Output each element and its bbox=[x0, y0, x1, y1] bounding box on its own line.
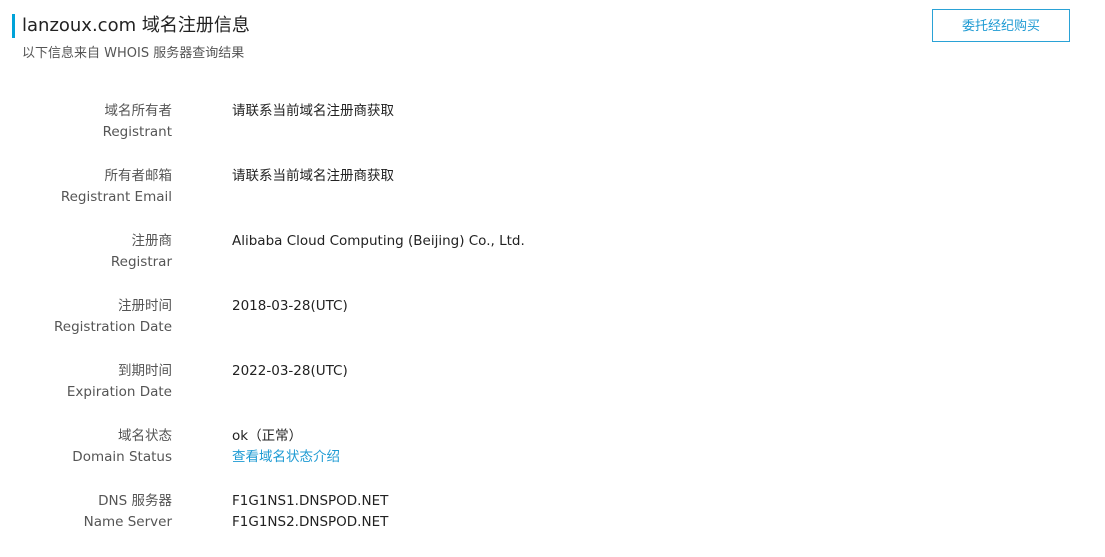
field-label: 域名状态 Domain Status bbox=[2, 426, 172, 468]
field-label-cn: 域名状态 bbox=[118, 428, 172, 444]
field-value-text: 请联系当前域名注册商获取 bbox=[232, 103, 394, 119]
field-label-en: Registrant Email bbox=[60, 189, 172, 205]
whois-row-domain-status: 域名状态 Domain Status ok（正常） 查看域名状态介绍 bbox=[0, 426, 1105, 491]
whois-row-expiration-date: 到期时间 Expiration Date 2022-03-28(UTC) bbox=[0, 361, 1105, 426]
field-label: 注册时间 Registration Date bbox=[2, 296, 172, 338]
field-label-en: Registration Date bbox=[54, 319, 172, 335]
field-label-en: Registrar bbox=[110, 254, 172, 270]
field-value-text: Alibaba Cloud Computing (Beijing) Co., L… bbox=[232, 233, 525, 249]
title-accent-bar bbox=[12, 14, 15, 38]
name-server-2: F1G1NS2.DNSPOD.NET bbox=[232, 514, 389, 530]
field-value: 2018-03-28(UTC) bbox=[232, 296, 348, 317]
whois-row-name-server: DNS 服务器 Name Server F1G1NS1.DNSPOD.NET F… bbox=[0, 491, 1105, 556]
field-value: 请联系当前域名注册商获取 bbox=[232, 166, 394, 187]
whois-row-registrant: 域名所有者 Registrant 请联系当前域名注册商获取 bbox=[0, 101, 1105, 166]
field-label-cn: 域名所有者 bbox=[104, 103, 173, 119]
field-value-text: ok（正常） bbox=[232, 428, 303, 444]
field-value: ok（正常） 查看域名状态介绍 bbox=[232, 426, 340, 468]
field-value-text: 2022-03-28(UTC) bbox=[232, 363, 348, 379]
field-value: 请联系当前域名注册商获取 bbox=[232, 101, 394, 122]
field-label: 域名所有者 Registrant bbox=[2, 101, 172, 143]
field-label-cn: 注册时间 bbox=[118, 298, 172, 314]
broker-purchase-button[interactable]: 委托经纪购买 bbox=[932, 9, 1070, 42]
field-label-en: Expiration Date bbox=[66, 384, 172, 400]
whois-row-registrar: 注册商 Registrar Alibaba Cloud Computing (B… bbox=[0, 231, 1105, 296]
field-label-cn: DNS 服务器 bbox=[98, 493, 172, 509]
field-label: 到期时间 Expiration Date bbox=[2, 361, 172, 403]
domain-status-info-link[interactable]: 查看域名状态介绍 bbox=[232, 447, 340, 468]
field-label-cn: 所有者邮箱 bbox=[104, 168, 173, 184]
page-title: lanzoux.com 域名注册信息 bbox=[22, 15, 250, 36]
field-value: F1G1NS1.DNSPOD.NET F1G1NS2.DNSPOD.NET bbox=[232, 491, 388, 533]
field-label: DNS 服务器 Name Server bbox=[2, 491, 172, 533]
name-server-1: F1G1NS1.DNSPOD.NET bbox=[232, 493, 389, 509]
page-subtitle: 以下信息来自 WHOIS 服务器查询结果 bbox=[22, 46, 245, 61]
field-label-cn: 注册商 bbox=[131, 233, 173, 249]
field-value: Alibaba Cloud Computing (Beijing) Co., L… bbox=[232, 231, 525, 252]
field-value: 2022-03-28(UTC) bbox=[232, 361, 348, 382]
field-label: 注册商 Registrar bbox=[2, 231, 172, 273]
field-label-en: Name Server bbox=[83, 514, 172, 530]
whois-page: lanzoux.com 域名注册信息 以下信息来自 WHOIS 服务器查询结果 … bbox=[0, 0, 1105, 557]
field-label: 所有者邮箱 Registrant Email bbox=[2, 166, 172, 208]
field-label-en: Domain Status bbox=[72, 449, 172, 465]
field-value-text: 请联系当前域名注册商获取 bbox=[232, 168, 394, 184]
whois-row-registration-date: 注册时间 Registration Date 2018-03-28(UTC) bbox=[0, 296, 1105, 361]
field-label-en: Registrant bbox=[102, 124, 172, 140]
field-value-text: 2018-03-28(UTC) bbox=[232, 298, 348, 314]
whois-info-list: 域名所有者 Registrant 请联系当前域名注册商获取 所有者邮箱 Regi… bbox=[0, 101, 1105, 556]
field-label-cn: 到期时间 bbox=[118, 363, 172, 379]
whois-row-registrant-email: 所有者邮箱 Registrant Email 请联系当前域名注册商获取 bbox=[0, 166, 1105, 231]
